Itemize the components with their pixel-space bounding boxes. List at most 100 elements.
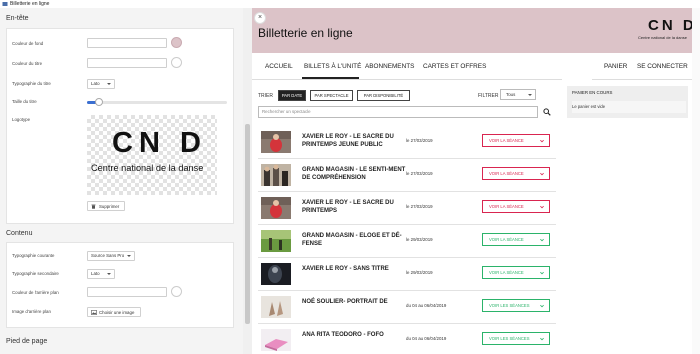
main-nav: ACCUEIL BILLETS À L'UNITÉ ABONNEMENTS CA… (252, 61, 700, 75)
cart-title: PANIER EN COURS (572, 90, 613, 95)
current-font-select[interactable]: Source Sans Pro (87, 251, 135, 261)
sort-by-date-button[interactable]: PAR DATE (278, 90, 306, 101)
event-date: le 27/03/2019 (406, 204, 433, 209)
nav-connect[interactable]: SE CONNECTER (637, 63, 688, 70)
site-logo-subtitle: Centre national de la danse (638, 35, 687, 40)
bg-color-swatch[interactable] (171, 37, 182, 48)
logo-preview[interactable]: CN D Centre national de la danse (87, 115, 217, 195)
view-session-label: VOIR LA SÉANCE (489, 237, 524, 242)
nav-abonnements[interactable]: ABONNEMENTS (365, 63, 414, 70)
event-date: du 04 au 06/04/2019 (406, 303, 447, 308)
event-title[interactable]: XAVIER LE ROY - LE SACRE DU PRINTEMPS JE… (302, 133, 410, 149)
event-title[interactable]: GRAND MAGASIN - ELOGE ET DÉ-FENSE (302, 232, 410, 248)
delete-logo-button[interactable]: Supprimer (87, 201, 125, 211)
chevron-down-icon (540, 205, 544, 209)
nav-billets[interactable]: BILLETS À L'UNITÉ (304, 63, 361, 70)
event-thumbnail[interactable] (261, 131, 291, 153)
nav-accueil[interactable]: ACCUEIL (265, 63, 293, 70)
view-session-label: VOIR LES SÉANCES (489, 336, 530, 341)
chevron-down-icon (540, 271, 544, 275)
event-date: du 04 au 06/04/2019 (406, 336, 447, 341)
editor-scrollbar-thumb[interactable] (245, 124, 250, 324)
cart-empty-message: Le panier est vide (572, 101, 686, 113)
event-title[interactable]: ANA RITA TEODORO - FOFO (302, 331, 410, 339)
editor-panel: En-tête Couleur de fond Couleur du titre… (0, 8, 252, 354)
sort-by-show-button[interactable]: PAR SPECTACLE (310, 90, 353, 101)
event-thumbnail[interactable] (261, 329, 291, 351)
event-title[interactable]: NOÉ SOULIER- PORTRAIT DE (302, 298, 410, 306)
view-session-button[interactable]: VOIR LA SÉANCE (482, 233, 550, 246)
view-session-label: VOIR LA SÉANCE (489, 270, 524, 275)
title-color-input[interactable] (87, 58, 167, 68)
choose-image-label: Choisir une image (99, 310, 135, 315)
title-font-select[interactable]: Lato (87, 79, 115, 89)
search-input[interactable]: Rechercher un spectacle (258, 106, 538, 118)
bg-color-input[interactable] (87, 38, 167, 48)
view-session-button[interactable]: VOIR LA SÉANCE (482, 167, 550, 180)
nav-cartes[interactable]: CARTES ET OFFRES (423, 63, 486, 70)
chevron-down-icon (540, 238, 544, 242)
bg-image-color-label: Couleur de l'arrière plan (12, 290, 59, 295)
view-session-button[interactable]: VOIR LES SÉANCES (482, 299, 550, 312)
view-session-label: VOIR LA SÉANCE (489, 138, 524, 143)
bg-color-label: Couleur de fond (12, 41, 44, 46)
nav-active-indicator (302, 77, 359, 79)
section-title-footer: Pied de page (6, 338, 48, 345)
close-preview-button[interactable]: × (254, 12, 266, 24)
secondary-font-label: Typographie secondaire (12, 271, 59, 276)
event-thumbnail[interactable] (261, 164, 291, 186)
filter-label: FILTRER (478, 93, 499, 99)
header-settings-card: Couleur de fond Couleur du titre Typogra… (6, 28, 234, 224)
sort-by-availability-button[interactable]: PAR DISPONIBILITÉ (357, 90, 410, 101)
bg-image-color-swatch[interactable] (171, 286, 182, 297)
search-icon[interactable] (543, 108, 551, 116)
nav-divider (252, 79, 562, 80)
event-date: le 27/03/2019 (406, 171, 433, 176)
event-title[interactable]: XAVIER LE ROY - LE SACRE DU PRINTEMPS (302, 199, 410, 215)
bg-image-label: Image d'arrière plan (12, 309, 51, 314)
event-thumbnail[interactable] (261, 197, 291, 219)
editor-scrollbar[interactable] (243, 8, 252, 354)
section-title-header: En-tête (6, 15, 29, 22)
event-thumbnail[interactable] (261, 263, 291, 285)
event-date: le 27/03/2019 (406, 138, 433, 143)
nav-divider-right (592, 79, 700, 80)
app-window: Billetterie en ligne En-tête Couleur de … (0, 0, 700, 354)
event-title[interactable]: GRAND MAGASIN - LE SENTI-MENT DE COMPRÉH… (302, 166, 410, 182)
image-icon (91, 310, 97, 315)
title-color-swatch[interactable] (171, 57, 182, 68)
chevron-down-icon (540, 304, 544, 308)
title-color-label: Couleur du titre (12, 61, 43, 66)
event-date: le 29/03/2019 (406, 237, 433, 242)
event-row: XAVIER LE ROY - LE SACRE DU PRINTEMPS le … (258, 192, 556, 225)
title-size-slider[interactable] (87, 98, 227, 106)
view-session-button[interactable]: VOIR LA SÉANCE (482, 134, 550, 147)
logo-preview-small: Centre national de la danse (91, 163, 204, 173)
delete-logo-label: Supprimer (99, 204, 120, 209)
view-session-label: VOIR LA SÉANCE (489, 171, 524, 176)
site-logo: CN D (648, 17, 697, 34)
view-session-button[interactable]: VOIR LES SÉANCES (482, 332, 550, 345)
site-preview: × Billetterie en ligne CN D Centre natio… (252, 8, 700, 354)
chevron-down-icon (540, 337, 544, 341)
logo-label: Logotype (12, 117, 31, 122)
preview-scrollbar[interactable] (692, 8, 700, 354)
event-thumbnail[interactable] (261, 296, 291, 318)
choose-image-button[interactable]: Choisir une image (87, 307, 141, 317)
filter-select[interactable]: Tous (500, 89, 536, 100)
title-size-slider-handle[interactable] (95, 98, 103, 106)
event-date: le 29/03/2019 (406, 270, 433, 275)
view-session-button[interactable]: VOIR LA SÉANCE (482, 266, 550, 279)
view-session-button[interactable]: VOIR LA SÉANCE (482, 200, 550, 213)
event-row: ANA RITA TEODORO - FOFO du 04 au 06/04/20… (258, 324, 556, 354)
event-row: GRAND MAGASIN - ELOGE ET DÉ-FENSE le 29/0… (258, 225, 556, 258)
secondary-font-select[interactable]: Lato (87, 269, 115, 279)
current-font-label: Typographie courante (12, 253, 55, 258)
event-title[interactable]: XAVIER LE ROY - SANS TITRE (302, 265, 410, 273)
nav-panier[interactable]: PANIER (604, 63, 627, 70)
window-title: Billetterie en ligne (10, 1, 50, 7)
bg-image-color-input[interactable] (87, 287, 167, 297)
content-settings-card: Typographie courante Source Sans Pro Typ… (6, 242, 234, 328)
event-thumbnail[interactable] (261, 230, 291, 252)
chevron-down-icon (540, 172, 544, 176)
